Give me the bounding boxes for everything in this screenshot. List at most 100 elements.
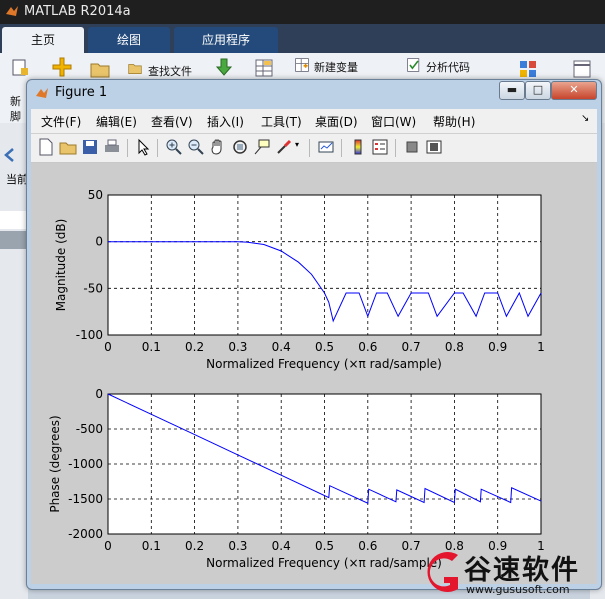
new-figure-icon[interactable]	[37, 138, 55, 156]
phase-y-tick-label: -1000	[68, 457, 103, 471]
analyze-code-label[interactable]: 分析代码	[426, 59, 470, 75]
edit-plot-arrow-icon[interactable]	[135, 138, 153, 156]
magnitude-x-tick-label: 0.8	[445, 340, 464, 354]
menu-window[interactable]: 窗口(W)	[371, 113, 416, 130]
new-script-icon[interactable]	[10, 58, 30, 78]
magnitude-x-ticks: 0 0.1 0.2 0.3 0.4 0.5 0.6 0.7 0.8 0.9 1	[104, 340, 545, 354]
phase-x-tick-label: 0.4	[272, 539, 291, 553]
toolbar-separator	[127, 139, 128, 157]
hide-plot-tools-icon[interactable]	[403, 138, 421, 156]
file-list-row-selected[interactable]	[0, 231, 28, 249]
colorbar-icon[interactable]	[349, 138, 367, 156]
import-data-icon[interactable]	[214, 58, 234, 78]
magnitude-x-tick-label: 0	[104, 340, 112, 354]
maximize-button[interactable]: □	[525, 81, 551, 100]
menu-edit[interactable]: 编辑(E)	[96, 113, 137, 130]
new-script-label[interactable]: 新	[10, 93, 21, 109]
find-files-label[interactable]: 查找文件	[148, 63, 192, 79]
current-folder-panel: 当前	[0, 123, 28, 599]
zoom-in-icon[interactable]	[165, 138, 183, 156]
watermark-logo: 谷速软件 www.gususoft.com	[420, 545, 605, 599]
script-label[interactable]: 脚	[10, 108, 21, 124]
open-file-icon[interactable]	[59, 138, 77, 156]
open-folder-icon[interactable]	[90, 59, 110, 79]
watermark-url: www.gususoft.com	[466, 583, 570, 596]
data-cursor-icon[interactable]	[253, 138, 271, 156]
phase-x-tick-label: 0.3	[228, 539, 247, 553]
zoom-out-icon[interactable]	[187, 138, 205, 156]
print-icon[interactable]	[103, 138, 121, 156]
tab-apps[interactable]: 应用程序	[174, 27, 278, 53]
layout-icon[interactable]	[518, 59, 538, 79]
tab-plots[interactable]: 绘图	[88, 27, 170, 53]
magnitude-y-tick-label: 50	[88, 188, 103, 202]
phase-x-tick-label: 0.6	[358, 539, 377, 553]
figure-menubar: 文件(F) 编辑(E) 查看(V) 插入(I) 工具(T) 桌面(D) 窗口(W…	[31, 109, 597, 134]
find-files-icon[interactable]	[128, 61, 142, 75]
gususoft-logo-icon	[427, 552, 458, 592]
app-title: MATLAB R2014a	[24, 4, 131, 19]
magnitude-xlabel: Normalized Frequency (×π rad/sample)	[206, 357, 442, 371]
close-button[interactable]: ✕	[551, 81, 597, 100]
toolbar-separator	[157, 139, 158, 157]
matlab-titlebar: MATLAB R2014a	[0, 0, 605, 24]
toolbar-separator	[309, 139, 310, 157]
menubar-dock-arrow-icon[interactable]: ↘	[581, 113, 589, 124]
back-arrow-icon[interactable]	[3, 147, 19, 163]
figure-toolbar: ▾	[31, 134, 597, 163]
figure-window: Figure 1 ▬ □ ✕ 文件(F) 编辑(E) 查看(V) 插入(I) 工…	[26, 79, 602, 590]
matlab-logo-icon	[6, 6, 18, 16]
filter-response-plots: 0 0.1 0.2 0.3 0.4 0.5 0.6 0.7 0.8 0.9 1 50 0 -50 -100…	[48, 188, 545, 570]
tab-home[interactable]: 主页	[2, 27, 84, 53]
link-plot-icon[interactable]	[317, 138, 335, 156]
phase-xlabel: Normalized Frequency (×π rad/sample)	[206, 556, 442, 570]
file-list-row[interactable]	[0, 211, 28, 229]
preferences-icon[interactable]	[572, 59, 592, 79]
menu-file[interactable]: 文件(F)	[41, 113, 81, 130]
toolbar-separator	[395, 139, 396, 157]
analyze-code-icon[interactable]	[406, 57, 422, 73]
phase-x-tick-label: 0.7	[402, 539, 421, 553]
phase-x-tick-label: 0.2	[185, 539, 204, 553]
menu-help[interactable]: 帮助(H)	[433, 113, 475, 130]
new-variable-label[interactable]: 新建变量	[314, 59, 358, 75]
legend-icon[interactable]	[371, 138, 389, 156]
menu-tools[interactable]: 工具(T)	[261, 113, 302, 130]
close-icon: ✕	[569, 83, 579, 96]
menu-insert[interactable]: 插入(I)	[207, 113, 244, 130]
new-icon[interactable]	[52, 57, 72, 77]
magnitude-x-tick-label: 1	[537, 340, 545, 354]
phase-ylabel: Phase (degrees)	[48, 415, 62, 512]
phase-y-tick-label: -2000	[68, 527, 103, 541]
magnitude-x-tick-label: 0.5	[315, 340, 334, 354]
phase-x-tick-label: 0.5	[315, 539, 334, 553]
magnitude-x-tick-label: 0.9	[488, 340, 507, 354]
pan-hand-icon[interactable]	[209, 138, 227, 156]
menu-desktop[interactable]: 桌面(D)	[315, 113, 358, 130]
magnitude-x-tick-label: 0.1	[142, 340, 161, 354]
magnitude-y-tick-label: -100	[76, 328, 103, 342]
phase-y-ticks: 0 -500 -1000 -1500 -2000	[68, 387, 103, 541]
menu-view[interactable]: 查看(V)	[151, 113, 193, 130]
phase-y-tick-label: -500	[76, 422, 103, 436]
magnitude-x-tick-label: 0.3	[228, 340, 247, 354]
phase-y-tick-label: 0	[95, 387, 103, 401]
matlab-logo-icon	[36, 88, 48, 98]
show-plot-tools-icon[interactable]	[425, 138, 443, 156]
magnitude-y-tick-label: 0	[95, 235, 103, 249]
figure-titlebar[interactable]: Figure 1 ▬ □ ✕	[27, 80, 601, 106]
magnitude-x-tick-label: 0.7	[402, 340, 421, 354]
save-icon[interactable]	[81, 138, 99, 156]
minimize-button[interactable]: ▬	[499, 81, 525, 100]
brush-dropdown-icon[interactable]: ▾	[295, 140, 299, 149]
figure-canvas: 0 0.1 0.2 0.3 0.4 0.5 0.6 0.7 0.8 0.9 1 50 0 -50 -100…	[31, 163, 597, 584]
new-variable-icon[interactable]	[294, 57, 310, 73]
minimize-icon: ▬	[506, 83, 518, 96]
workspace-icon[interactable]	[254, 58, 274, 78]
brush-icon[interactable]	[275, 138, 293, 156]
magnitude-x-tick-label: 0.6	[358, 340, 377, 354]
phase-y-tick-label: -1500	[68, 492, 103, 506]
watermark-name: 谷速软件	[464, 555, 580, 586]
rotate-3d-icon[interactable]	[231, 138, 249, 156]
current-folder-label: 当前	[6, 173, 28, 186]
